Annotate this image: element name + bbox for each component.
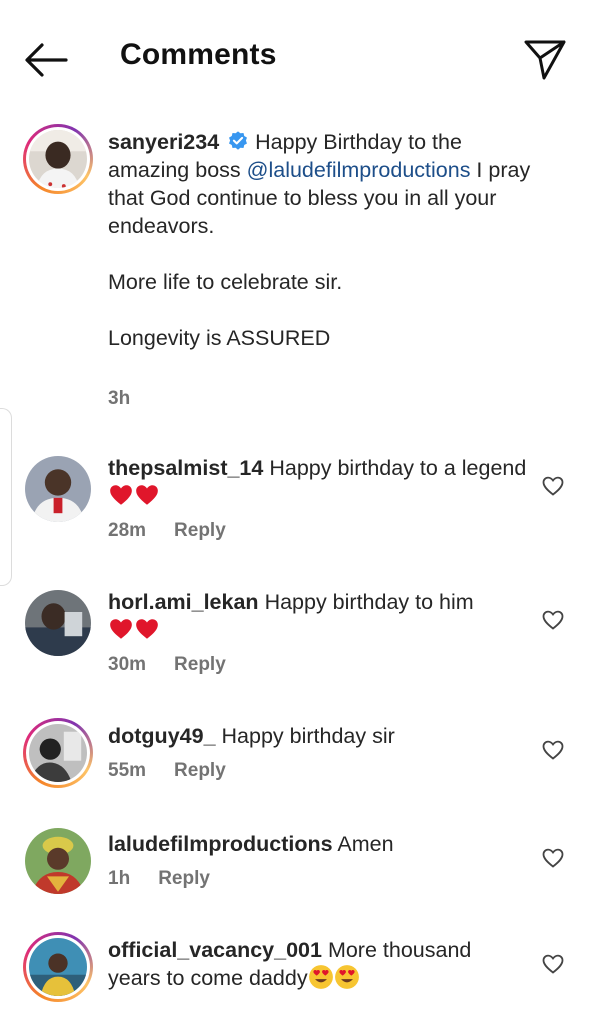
header-bar: Comments <box>0 0 600 112</box>
caption-line: More life to celebrate sir. <box>108 270 343 294</box>
mention-link[interactable]: @laludefilmproductions <box>247 158 471 182</box>
comment-meta: 30m Reply <box>108 654 226 676</box>
comment-time: 1h <box>108 868 131 889</box>
verified-badge-icon <box>227 130 249 152</box>
page-title: Comments <box>120 38 277 71</box>
comment-username[interactable]: horl.ami_lekan <box>108 590 259 614</box>
comment-meta: 1h Reply <box>108 868 210 890</box>
reply-button[interactable]: Reply <box>174 654 226 675</box>
reply-button[interactable]: Reply <box>174 520 226 541</box>
comment-meta: 3h <box>108 388 130 410</box>
comment-body: Amen <box>337 832 394 856</box>
screen-edge-handle <box>0 408 12 586</box>
avatar[interactable] <box>23 932 93 1002</box>
heart-emoji-icon <box>134 482 160 508</box>
heart-like-icon[interactable] <box>541 738 565 762</box>
avatar[interactable] <box>23 124 93 194</box>
heart-like-icon[interactable] <box>541 846 565 870</box>
caption-text: sanyeri234 Happy Birthday to the amazing… <box>108 128 538 352</box>
comment-text: dotguy49_ Happy birthday sir <box>108 722 528 750</box>
comment-meta: 55m Reply <box>108 760 226 782</box>
comment-text: laludefilmproductions Amen <box>108 830 528 858</box>
comment-username[interactable]: official_vacancy_001 <box>108 938 322 962</box>
comment-text: official_vacancy_001 More thousand years… <box>108 936 528 992</box>
comment-time: 3h <box>108 388 131 409</box>
comment-meta: 28m Reply <box>108 520 226 542</box>
avatar[interactable] <box>23 588 93 658</box>
avatar[interactable] <box>23 718 93 788</box>
comment-time: 30m <box>108 654 147 675</box>
comment-text: thepsalmist_14 Happy birthday to a legen… <box>108 454 528 510</box>
comment-time: 55m <box>108 760 147 781</box>
avatar[interactable] <box>23 454 93 524</box>
heart-like-icon[interactable] <box>541 952 565 976</box>
heart-eyes-emoji-icon <box>308 964 334 990</box>
avatar[interactable] <box>23 826 93 896</box>
heart-eyes-emoji-icon <box>334 964 360 990</box>
comment-body: Happy birthday to him <box>264 590 474 614</box>
reply-button[interactable]: Reply <box>158 868 210 889</box>
comment-body: Happy birthday sir <box>221 724 395 748</box>
comment-username[interactable]: dotguy49_ <box>108 724 216 748</box>
heart-emoji-icon <box>134 616 160 642</box>
heart-like-icon[interactable] <box>541 608 565 632</box>
comment-text: horl.ami_lekan Happy birthday to him <box>108 588 528 644</box>
reply-button[interactable]: Reply <box>174 760 226 781</box>
heart-emoji-icon <box>108 616 134 642</box>
back-arrow-icon[interactable] <box>22 38 70 82</box>
caption-line: Longevity is ASSURED <box>108 326 331 350</box>
share-direct-icon[interactable] <box>520 36 570 82</box>
comment-username[interactable]: thepsalmist_14 <box>108 456 263 480</box>
heart-like-icon[interactable] <box>541 474 565 498</box>
comment-body: Happy birthday to a legend <box>269 456 527 480</box>
comment-username[interactable]: sanyeri234 <box>108 130 219 154</box>
comment-username[interactable]: laludefilmproductions <box>108 832 333 856</box>
comment-time: 28m <box>108 520 147 541</box>
heart-emoji-icon <box>108 482 134 508</box>
